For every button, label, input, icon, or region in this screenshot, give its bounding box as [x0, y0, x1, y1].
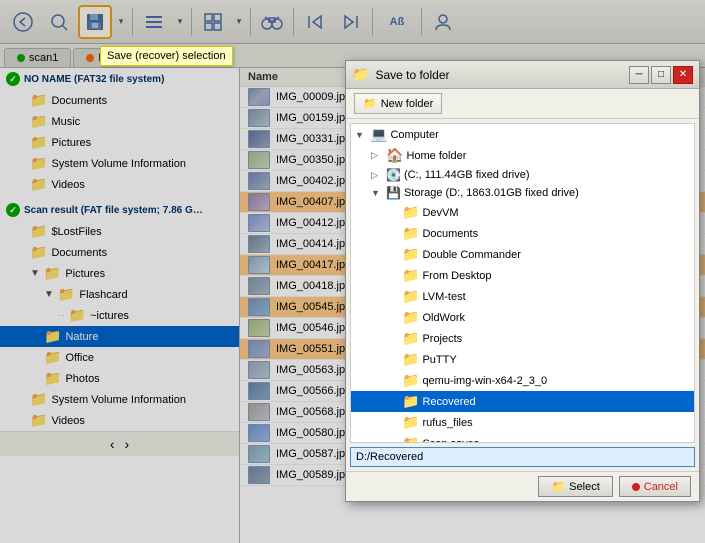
modal-title: Save to folder	[375, 68, 627, 82]
folder-icon: 📁	[402, 330, 419, 347]
new-folder-label: New folder	[381, 98, 434, 110]
folder-icon: 📁	[402, 351, 419, 368]
save-to-folder-dialog: 📁 Save to folder ─ □ ✕ 📁 New folder ▼ 💻 …	[345, 60, 700, 502]
new-folder-button[interactable]: 📁 New folder	[354, 93, 442, 114]
d-drive-icon: 💾	[386, 186, 401, 200]
modal-tree-c-drive[interactable]: ▷ 💽 (C:, 111.44GB fixed drive)	[351, 166, 694, 184]
select-label: Select	[569, 481, 600, 493]
modal-tree-devvm[interactable]: 📁 DevVM	[351, 202, 694, 223]
expand-icon: ▼	[355, 130, 367, 140]
save-tooltip: Save (recover) selection	[100, 46, 233, 66]
folder-icon: 📁	[402, 267, 419, 284]
new-folder-icon: 📁	[363, 97, 377, 110]
folder-label: Double Commander	[422, 249, 520, 261]
modal-tree-rufus[interactable]: 📁 rufus_files	[351, 412, 694, 433]
cancel-button[interactable]: Cancel	[619, 476, 691, 497]
modal-path-bar	[350, 447, 695, 467]
folder-icon: 📁	[402, 435, 419, 443]
expand-icon: ▼	[371, 188, 383, 198]
folder-label: OldWork	[422, 312, 465, 324]
folder-icon: 📁	[402, 246, 419, 263]
computer-icon: 💻	[370, 126, 387, 143]
modal-folder-icon: 📁	[352, 66, 369, 83]
modal-footer: 📁 Select Cancel	[346, 471, 699, 501]
modal-path-input[interactable]	[350, 447, 695, 467]
folder-label: qemu-img-win-x64-2_3_0	[422, 375, 547, 387]
modal-tree-d-drive[interactable]: ▼ 💾 Storage (D:, 1863.01GB fixed drive)	[351, 184, 694, 202]
folder-label: Projects	[422, 333, 462, 345]
folder-icon: 📁	[402, 309, 419, 326]
folder-label: LVM-test	[422, 291, 465, 303]
modal-tree-fromdesktop[interactable]: 📁 From Desktop	[351, 265, 694, 286]
folder-icon: 📁	[402, 372, 419, 389]
folder-label: rufus_files	[422, 417, 472, 429]
modal-close-button[interactable]: ✕	[673, 66, 693, 84]
c-drive-label: (C:, 111.44GB fixed drive)	[404, 169, 530, 181]
modal-tree-lvmtest[interactable]: 📁 LVM-test	[351, 286, 694, 307]
tooltip-text: Save (recover) selection	[107, 50, 226, 62]
modal-titlebar: 📁 Save to folder ─ □ ✕	[346, 61, 699, 89]
expand-icon: ▷	[371, 170, 383, 181]
folder-label: DevVM	[422, 207, 458, 219]
modal-tree-putty[interactable]: 📁 PuTTY	[351, 349, 694, 370]
modal-tree-projects[interactable]: 📁 Projects	[351, 328, 694, 349]
home-folder-label: Home folder	[406, 150, 466, 162]
folder-icon: 📁	[402, 288, 419, 305]
folder-label: PuTTY	[422, 354, 456, 366]
modal-tree-oldwork[interactable]: 📁 OldWork	[351, 307, 694, 328]
folder-label: Documents	[422, 228, 478, 240]
modal-tree-recovered[interactable]: 📁 Recovered	[351, 391, 694, 412]
expand-icon: ▷	[371, 150, 383, 161]
folder-label: Recovered	[422, 396, 475, 408]
c-drive-icon: 💽	[386, 168, 401, 182]
modal-toolbar: 📁 New folder	[346, 89, 699, 119]
home-folder-icon: 🏠	[386, 147, 403, 164]
select-folder-icon: 📁	[551, 480, 565, 493]
folder-label: From Desktop	[422, 270, 491, 282]
folder-icon: 📁	[402, 393, 419, 410]
select-button[interactable]: 📁 Select	[538, 476, 612, 497]
cancel-dot-icon	[632, 483, 640, 491]
cancel-label: Cancel	[644, 481, 678, 493]
modal-overlay: 📁 Save to folder ─ □ ✕ 📁 New folder ▼ 💻 …	[0, 0, 705, 543]
modal-tree-home[interactable]: ▷ 🏠 Home folder	[351, 145, 694, 166]
modal-tree-scansaves[interactable]: 📁 Scan saves	[351, 433, 694, 443]
d-drive-label: Storage (D:, 1863.01GB fixed drive)	[404, 187, 579, 199]
folder-icon: 📁	[402, 204, 419, 221]
computer-label: Computer	[390, 129, 438, 141]
folder-icon: 📁	[402, 414, 419, 431]
modal-tree-documents[interactable]: 📁 Documents	[351, 223, 694, 244]
modal-tree-doublecommander[interactable]: 📁 Double Commander	[351, 244, 694, 265]
folder-label: Scan saves	[422, 438, 479, 444]
modal-tree: ▼ 💻 Computer ▷ 🏠 Home folder ▷ 💽 (C:, 11…	[350, 123, 695, 443]
folder-icon: 📁	[402, 225, 419, 242]
modal-maximize-button[interactable]: □	[651, 66, 671, 84]
modal-minimize-button[interactable]: ─	[629, 66, 649, 84]
modal-tree-computer[interactable]: ▼ 💻 Computer	[351, 124, 694, 145]
modal-tree-qemu[interactable]: 📁 qemu-img-win-x64-2_3_0	[351, 370, 694, 391]
